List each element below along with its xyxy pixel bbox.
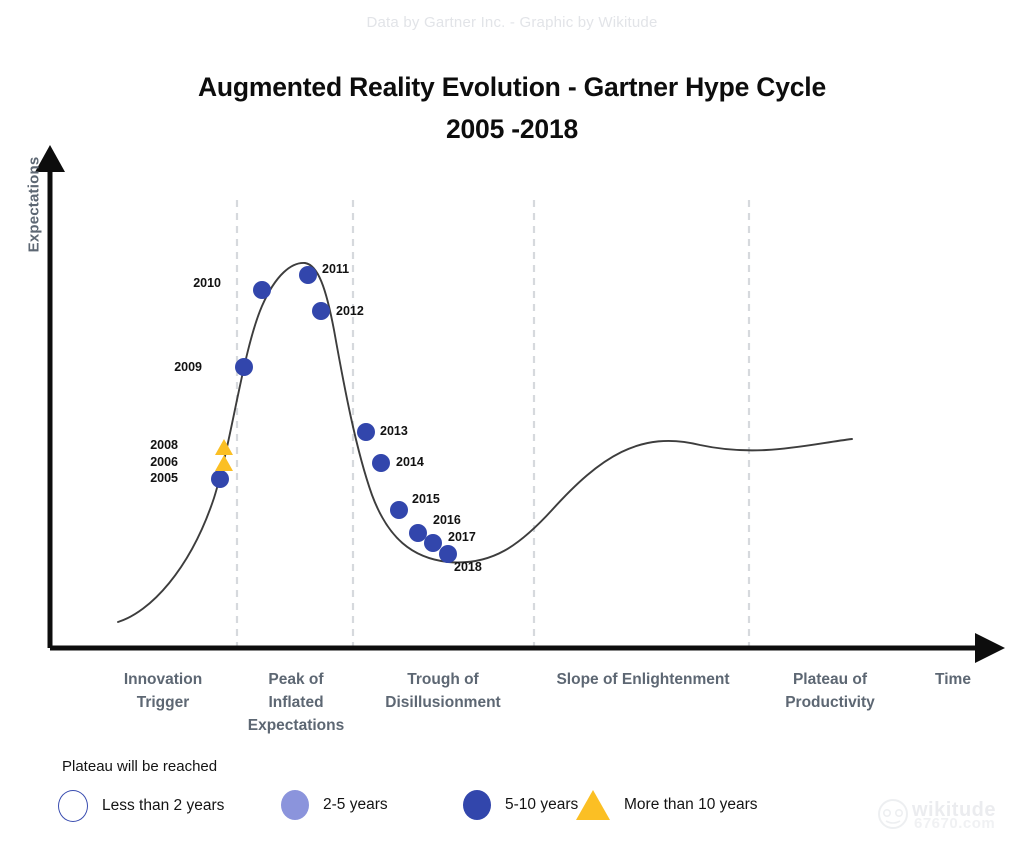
data-point-label-2013: 2013 bbox=[380, 424, 408, 438]
hype-cycle-curve bbox=[117, 262, 853, 623]
phase-line: Trigger bbox=[136, 694, 190, 711]
hype-cycle-chart: Data by Gartner Inc. - Graphic by Wikitu… bbox=[0, 0, 1024, 858]
legend-caption: Plateau will be reached bbox=[62, 758, 218, 775]
legend-label: More than 10 years bbox=[624, 796, 758, 813]
data-point-2016[interactable] bbox=[409, 524, 427, 542]
triangle-icon bbox=[576, 790, 610, 820]
phase-line: Inflated bbox=[268, 694, 324, 711]
legend-item-2-5-years: 2-5 years bbox=[281, 790, 388, 820]
phase-label-trough-of-disillusionment: Trough of Disillusionment bbox=[362, 668, 524, 714]
data-point-label-2012: 2012 bbox=[336, 304, 364, 318]
phase-label-peak-of-inflated-expectations: Peak of Inflated Expectations bbox=[226, 668, 366, 737]
data-point-label-2016: 2016 bbox=[433, 513, 461, 527]
phase-line: Plateau of bbox=[792, 671, 868, 688]
data-point-label-2015: 2015 bbox=[412, 492, 440, 506]
x-axis-label: Time bbox=[935, 671, 971, 688]
data-point-2017[interactable] bbox=[424, 534, 442, 552]
data-point-markers bbox=[211, 266, 457, 563]
watermark-overlay: 67670.com bbox=[914, 815, 996, 832]
data-point-2011[interactable] bbox=[299, 266, 317, 284]
data-point-label-2006: 2006 bbox=[150, 455, 178, 469]
data-point-2014[interactable] bbox=[372, 454, 390, 472]
phase-label-slope-of-enlightenment: Slope of Enlightenment bbox=[541, 668, 745, 691]
phase-label-plateau-of-productivity: Plateau of Productivity bbox=[760, 668, 900, 714]
legend-item-more-than-10-years: More than 10 years bbox=[576, 790, 758, 820]
data-point-label-2017: 2017 bbox=[448, 530, 476, 544]
legend-label: 5-10 years bbox=[505, 796, 579, 813]
data-point-2005[interactable] bbox=[211, 470, 229, 488]
data-point-label-2018: 2018 bbox=[454, 560, 482, 574]
x-axis-arrow bbox=[975, 633, 1005, 663]
data-point-label-2008: 2008 bbox=[150, 438, 178, 452]
data-point-label-2010: 2010 bbox=[193, 276, 221, 290]
phase-line: Slope of Enlightenment bbox=[556, 671, 730, 688]
y-axis-label: Expectations bbox=[25, 156, 43, 253]
data-point-2010[interactable] bbox=[253, 281, 271, 299]
data-point-2015[interactable] bbox=[390, 501, 408, 519]
circle-filled-light-icon bbox=[281, 790, 309, 820]
phase-label-innovation-trigger: Innovation Trigger bbox=[93, 668, 233, 714]
watermark: wikitude 67670.com bbox=[876, 795, 1016, 847]
data-point-label-2011: 2011 bbox=[322, 262, 350, 276]
legend-item-5-10-years: 5-10 years bbox=[463, 790, 578, 820]
circle-outline-icon bbox=[58, 790, 88, 822]
wikitude-logo-icon bbox=[878, 799, 908, 829]
phase-line: Disillusionment bbox=[385, 694, 501, 711]
axis-lines bbox=[35, 145, 1005, 663]
data-point-label-2005: 2005 bbox=[150, 471, 178, 485]
phase-line: Trough of bbox=[407, 671, 479, 688]
data-point-label-2009: 2009 bbox=[174, 360, 202, 374]
legend-label: Less than 2 years bbox=[102, 797, 225, 814]
phase-line: Innovation bbox=[123, 671, 203, 688]
data-point-2013[interactable] bbox=[357, 423, 375, 441]
data-point-2009[interactable] bbox=[235, 358, 253, 376]
data-point-2012[interactable] bbox=[312, 302, 330, 320]
legend-label: 2-5 years bbox=[323, 796, 388, 813]
circle-filled-dark-icon bbox=[463, 790, 491, 820]
data-point-label-2014: 2014 bbox=[396, 455, 424, 469]
data-point-2008[interactable] bbox=[215, 439, 233, 455]
legend-item-less-than-2-years: Less than 2 years bbox=[58, 790, 224, 822]
phase-line: Productivity bbox=[785, 694, 875, 711]
data-point-2006[interactable] bbox=[215, 455, 233, 471]
phase-line: Peak of bbox=[268, 671, 324, 688]
phase-line: Expectations bbox=[247, 717, 345, 734]
chart-canvas bbox=[35, 145, 1005, 663]
